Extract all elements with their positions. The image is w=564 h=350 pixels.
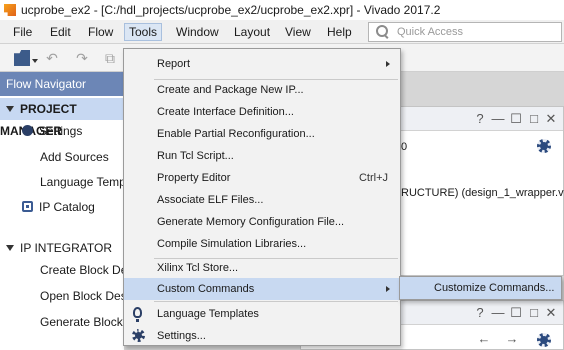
close-icon[interactable]: ✕ [544,305,558,321]
window-title: ucprobe_ex2 - [C:/hdl_projects/ucprobe_e… [21,3,441,17]
minimize-icon[interactable]: — [491,305,505,321]
menu-view[interactable]: View [281,23,315,41]
shortcut-label: Ctrl+J [358,172,388,184]
gear-icon [132,329,145,342]
back-icon[interactable]: ← [477,331,491,347]
undo-icon[interactable]: ↶ [44,50,60,66]
help-icon[interactable]: ? [473,305,487,321]
menu-item-language-templates[interactable]: Language Templates [124,303,400,325]
copy-icon[interactable]: ⧉ [102,50,118,66]
tools-menu: Report Create and Package New IP... Crea… [123,48,401,346]
menu-item-associate-elf-files[interactable]: Associate ELF Files... [124,189,400,211]
maximize-icon[interactable]: □ [527,111,541,127]
menu-layout[interactable]: Layout [230,23,274,41]
menu-window[interactable]: Window [172,23,223,41]
menu-item-enable-partial-reconfiguration[interactable]: Enable Partial Reconfiguration... [124,123,400,145]
lightbulb-icon [133,307,142,322]
menu-item-compile-simulation-libraries[interactable]: Compile Simulation Libraries... [124,233,400,255]
vivado-logo-icon [4,4,16,16]
chevron-down-icon[interactable] [32,59,38,63]
menu-item-run-tcl-script[interactable]: Run Tcl Script... [124,145,400,167]
menu-item-create-package-ip[interactable]: Create and Package New IP... [124,79,400,101]
panel-fragment: 0 [401,141,408,153]
section-label: IP INTEGRATOR [20,241,113,255]
menu-item-xilinx-tcl-store[interactable]: Xilinx Tcl Store... [124,257,400,279]
quick-access-box[interactable] [368,22,562,42]
restore-icon[interactable]: ☐ [509,305,523,321]
quick-access-input[interactable] [397,26,547,38]
redo-icon[interactable]: ↷ [74,50,90,66]
menu-item-label: Property Editor [157,172,231,184]
close-icon[interactable]: ✕ [544,111,558,127]
title-bar: ucprobe_ex2 - [C:/hdl_projects/ucprobe_e… [0,0,564,20]
chevron-right-icon [386,61,390,67]
flow-navigator: Flow Navigator PROJECT MANAGER Settings … [0,72,136,350]
nav-item-create-block-design[interactable]: Create Block Des [40,260,133,280]
help-icon[interactable]: ? [473,111,487,127]
restore-icon[interactable]: ☐ [509,111,523,127]
menu-separator [154,301,398,302]
menu-item-customize-commands[interactable]: Customize Commands... [400,277,561,299]
menu-help[interactable]: Help [323,23,356,41]
menu-item-label: Report [157,58,191,70]
chevron-right-icon [386,286,390,292]
menu-item-property-editor[interactable]: Property Editor Ctrl+J [124,167,400,189]
menu-edit[interactable]: Edit [46,23,75,41]
menu-item-generate-memory-config[interactable]: Generate Memory Configuration File... [124,211,400,233]
custom-commands-submenu: Customize Commands... [399,276,562,300]
menu-flow[interactable]: Flow [84,23,117,41]
menu-item-custom-commands[interactable]: Custom Commands [124,278,400,300]
chevron-down-icon[interactable] [6,245,14,251]
gear-icon[interactable] [537,139,551,153]
maximize-icon[interactable]: □ [527,305,541,321]
nav-item-open-block-design[interactable]: Open Block Desig [40,286,136,306]
nav-item-generate-block-design[interactable]: Generate Block D [40,312,135,332]
forward-icon[interactable]: → [505,331,519,347]
chevron-down-icon[interactable] [6,106,14,112]
section-ip-integrator[interactable]: IP INTEGRATOR [0,237,124,259]
nav-item-label: IP Catalog [39,200,95,214]
menu-item-settings[interactable]: Settings... [124,325,400,347]
menu-tools[interactable]: Tools [124,23,163,41]
menu-item-label: Language Templates [157,308,259,320]
ip-catalog-icon [22,201,33,212]
menu-item-label: Custom Commands [157,283,255,295]
nav-item-add-sources[interactable]: Add Sources [40,147,109,167]
nav-item-settings[interactable]: Settings [22,121,82,141]
open-project-icon[interactable] [14,50,30,66]
nav-item-ip-catalog[interactable]: IP Catalog [22,197,95,217]
gear-icon[interactable] [537,333,551,347]
design-wrapper-entry[interactable]: RUCTURE) (design_1_wrapper.vh [401,187,564,199]
minimize-icon[interactable]: — [491,111,505,127]
gear-icon [22,125,33,136]
menu-item-report[interactable]: Report [124,53,400,75]
search-icon [375,24,391,40]
nav-item-language-templates[interactable]: Language Templ [40,172,129,192]
menu-item-create-interface-definition[interactable]: Create Interface Definition... [124,101,400,123]
flow-navigator-title: Flow Navigator [0,72,124,96]
nav-item-label: Settings [39,124,83,138]
menu-item-label: Settings... [157,330,206,342]
menu-file[interactable]: File [9,23,36,41]
section-project-manager[interactable]: PROJECT MANAGER [0,98,124,138]
